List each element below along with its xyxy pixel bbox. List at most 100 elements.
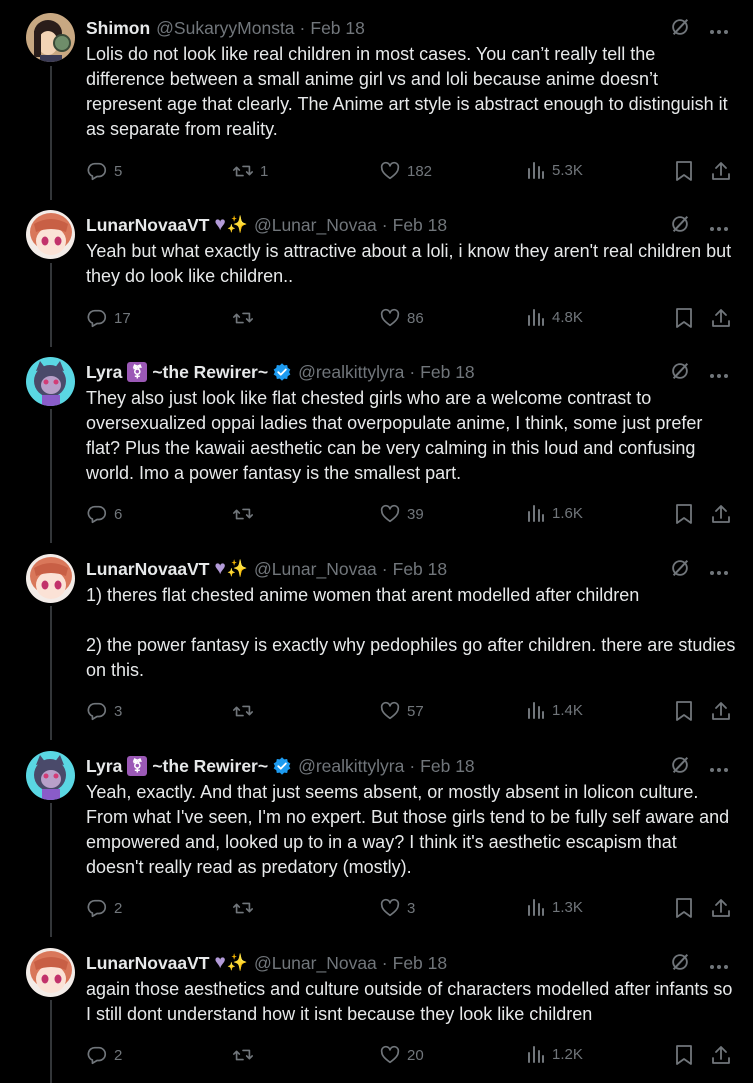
reply-button[interactable]: 17 [86,307,131,329]
avatar[interactable] [26,554,75,603]
heart-icon [380,504,400,523]
analytics-icon [528,1046,544,1063]
avatar[interactable] [26,13,75,62]
tweet[interactable]: LunarNovaaVT ♥ ✨ @Lunar_Novaa · Feb 18 a… [0,948,753,1078]
heart-icon [380,898,400,917]
more-options-icon[interactable] [709,954,729,975]
reply-count: 2 [114,899,123,917]
avatar[interactable] [26,948,75,997]
analytics-icon [528,505,544,522]
tweet-actions: 17 86 4.8K [86,307,730,329]
views-button[interactable]: 1.4K [526,700,583,720]
tweet-date[interactable]: Feb 18 [420,362,474,383]
grok-icon[interactable] [669,951,691,978]
author-handle[interactable]: @SukaryyMonsta [156,18,294,39]
share-button[interactable] [710,897,738,919]
reply-button[interactable]: 2 [86,1044,122,1066]
more-options-icon[interactable] [709,19,729,40]
views-button[interactable]: 1.3K [526,897,583,917]
retweet-icon [233,508,253,520]
bookmark-button[interactable] [674,700,700,722]
bookmark-button[interactable] [674,503,700,525]
author-handle[interactable]: @Lunar_Novaa [254,953,377,974]
author-name[interactable]: LunarNovaaVT [86,953,210,974]
tweet[interactable]: LunarNovaaVT ♥ ✨ @Lunar_Novaa · Feb 18 1… [0,554,753,734]
reply-button[interactable]: 3 [86,700,122,722]
retweet-button[interactable] [232,307,260,329]
author-handle[interactable]: @Lunar_Novaa [254,559,377,580]
author-handle[interactable]: @realkittylyra [298,362,404,383]
grok-icon[interactable] [669,213,691,240]
tweet[interactable]: Lyra ⚧ ~the Rewirer~ @realkittylyra · Fe… [0,357,753,537]
grok-icon[interactable] [669,557,691,584]
like-button[interactable]: 39 [379,503,424,525]
bookmark-button[interactable] [674,307,700,329]
avatar[interactable] [26,751,75,800]
share-icon [712,309,730,327]
views-button[interactable]: 1.6K [526,503,583,523]
avatar[interactable] [26,357,75,406]
views-button[interactable]: 4.8K [526,307,583,327]
tweet[interactable]: LunarNovaaVT ♥ ✨ @Lunar_Novaa · Feb 18 Y… [0,210,753,340]
like-button[interactable]: 3 [379,897,415,919]
more-options-icon[interactable] [709,216,729,237]
share-button[interactable] [710,307,738,329]
retweet-button[interactable] [232,897,260,919]
tweet[interactable]: Shimon @SukaryyMonsta · Feb 18 Lolis do … [0,13,753,193]
share-button[interactable] [710,160,738,182]
avatar[interactable] [26,210,75,259]
tweet-date[interactable]: Feb 18 [420,756,474,777]
retweet-button[interactable] [232,503,260,525]
grok-icon[interactable] [669,16,691,43]
more-options-icon[interactable] [709,757,729,778]
like-count: 57 [407,702,424,720]
tweet-text: They also just look like flat chested gi… [86,386,736,486]
views-button[interactable]: 5.3K [526,160,583,180]
views-button[interactable]: 1.2K [526,1044,583,1064]
author-handle[interactable]: @Lunar_Novaa [254,215,377,236]
author-name[interactable]: LunarNovaaVT [86,215,210,236]
tweet-date[interactable]: Feb 18 [393,215,447,236]
author-name[interactable]: LunarNovaaVT [86,559,210,580]
bookmark-button[interactable] [674,160,700,182]
tweet-date[interactable]: Feb 18 [393,559,447,580]
tweet-actions: 6 39 1.6K [86,503,730,525]
tweet-paragraph: 1) theres flat chested anime women that … [86,585,640,605]
author-name-suffix[interactable]: ~the Rewirer~ [152,362,268,383]
like-button[interactable]: 57 [379,700,424,722]
retweet-button[interactable]: 1 [232,160,268,182]
more-options-icon[interactable] [709,560,729,581]
views-count: 1.4K [552,701,583,719]
author-name[interactable]: Lyra [86,756,122,777]
tweet-date[interactable]: Feb 18 [310,18,364,39]
tweet-date[interactable]: Feb 18 [393,953,447,974]
like-button[interactable]: 86 [379,307,424,329]
grok-icon[interactable] [669,754,691,781]
share-button[interactable] [710,1044,738,1066]
retweet-button[interactable] [232,700,260,722]
tweet[interactable]: Lyra ⚧ ~the Rewirer~ @realkittylyra · Fe… [0,751,753,931]
more-options-icon[interactable] [709,363,729,384]
reply-button[interactable]: 6 [86,503,122,525]
tweet-paragraph: Yeah, exactly. And that just seems absen… [86,782,730,877]
reply-button[interactable]: 2 [86,897,122,919]
grok-icon[interactable] [669,360,691,387]
bookmark-icon [676,701,692,721]
share-button[interactable] [710,503,738,525]
bookmark-icon [676,308,692,328]
reply-icon [87,899,107,918]
author-handle[interactable]: @realkittylyra [298,756,404,777]
bookmark-button[interactable] [674,897,700,919]
reply-icon [87,309,107,328]
bookmark-button[interactable] [674,1044,700,1066]
views-count: 1.2K [552,1045,583,1063]
retweet-button[interactable] [232,1044,260,1066]
share-button[interactable] [710,700,738,722]
reply-button[interactable]: 5 [86,160,122,182]
like-button[interactable]: 182 [379,160,432,182]
like-button[interactable]: 20 [379,1044,424,1066]
retweet-icon [233,1049,253,1061]
author-name[interactable]: Lyra [86,362,122,383]
author-name-suffix[interactable]: ~the Rewirer~ [152,756,268,777]
author-name[interactable]: Shimon [86,18,150,39]
